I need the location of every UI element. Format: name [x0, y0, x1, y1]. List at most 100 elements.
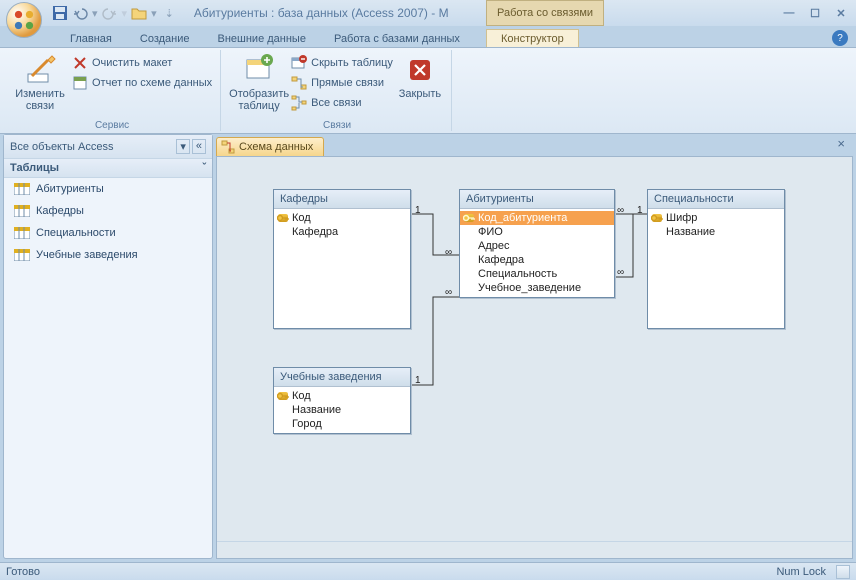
- table-uz[interactable]: Учебные заведения Код Название Город: [273, 367, 411, 434]
- table-kafedry-header[interactable]: Кафедры: [274, 190, 410, 209]
- undo-icon[interactable]: [72, 5, 88, 21]
- nav-item-uz[interactable]: Учебные заведения: [4, 244, 212, 266]
- nav-filter-dd[interactable]: ▾: [176, 139, 190, 154]
- close-window-button[interactable]: ✕: [832, 7, 850, 20]
- table-uz-header[interactable]: Учебные заведения: [274, 368, 410, 387]
- key-icon: [463, 213, 475, 223]
- status-numlock: Num Lock: [776, 566, 826, 578]
- workspace: Все объекты Access ▾« Таблицы ˇ Абитурие…: [0, 134, 856, 562]
- field-spec-shifr[interactable]: Шифр: [648, 211, 784, 225]
- rel-card-inf: ∞: [445, 247, 452, 258]
- tab-designer[interactable]: Конструктор: [486, 29, 579, 47]
- rel-card-infd: ∞: [617, 267, 624, 278]
- group-service-label: Сервис: [4, 120, 220, 131]
- qat-sep: ▾: [92, 7, 98, 20]
- table-icon: [14, 249, 30, 261]
- ribbon: Изменить связи Очистить макет Отчет по с…: [0, 48, 856, 134]
- rel-card-infc: ∞: [617, 205, 624, 216]
- doc-close-button[interactable]: ×: [837, 136, 845, 151]
- hide-table-icon: [291, 55, 307, 71]
- close-button[interactable]: Закрыть: [395, 52, 445, 102]
- show-table-icon: [243, 54, 275, 86]
- save-icon[interactable]: [52, 5, 68, 21]
- context-tab-title: Работа со связями: [486, 0, 604, 26]
- show-table-label: Отобразить таблицу: [229, 88, 289, 112]
- scrollbar-thumb[interactable]: [231, 545, 245, 557]
- rel-card-infb: ∞: [445, 287, 452, 298]
- clear-layout-button[interactable]: Очистить макет: [70, 54, 214, 72]
- tab-dbtools[interactable]: Работа с базами данных: [320, 30, 474, 47]
- group-relations: Отобразить таблицу Скрыть таблицу Прямые…: [223, 50, 452, 131]
- nav-item-abiturients[interactable]: Абитуриенты: [4, 178, 212, 200]
- table-kafedry[interactable]: Кафедры Код Кафедра: [273, 189, 411, 329]
- all-rel-button[interactable]: Все связи: [289, 94, 395, 112]
- close-label: Закрыть: [399, 88, 441, 100]
- direct-rel-button[interactable]: Прямые связи: [289, 74, 395, 92]
- relationship-canvas[interactable]: 1 ∞ 1 ∞ ∞ 1 ∞ Кафедры Код Кафедра Абитур…: [216, 156, 853, 559]
- table-icon: [14, 205, 30, 217]
- field-abitur-spec[interactable]: Специальность: [460, 267, 614, 281]
- group-relations-label: Связи: [223, 120, 451, 131]
- rel-card-1c: 1: [637, 205, 643, 216]
- clear-layout-icon: [72, 55, 88, 71]
- qat-cust[interactable]: ⇣: [165, 7, 174, 20]
- field-kafedry-kod[interactable]: Код: [274, 211, 410, 225]
- canvas-area: Схема данных × 1 ∞ 1 ∞ ∞ 1 ∞ Кафедры: [216, 134, 853, 559]
- minimize-button[interactable]: ―: [780, 7, 798, 20]
- tab-external[interactable]: Внешние данные: [204, 30, 320, 47]
- table-abitur[interactable]: Абитуриенты Код_абитуриента ФИО Адрес Ка…: [459, 189, 615, 298]
- doc-tab-schema[interactable]: Схема данных: [216, 137, 324, 156]
- field-uz-nazvanie[interactable]: Название: [274, 403, 410, 417]
- nav-section-tables[interactable]: Таблицы ˇ: [4, 159, 212, 178]
- scroll-left-arrow[interactable]: ◄: [219, 547, 228, 557]
- ribbon-tabs: Главная Создание Внешние данные Работа с…: [0, 26, 856, 48]
- status-ready: Готово: [6, 566, 40, 578]
- nav-item-kafedry[interactable]: Кафедры: [4, 200, 212, 222]
- rel-card-1b: 1: [415, 375, 421, 386]
- field-uz-gorod[interactable]: Город: [274, 417, 410, 431]
- table-abitur-header[interactable]: Абитуриенты: [460, 190, 614, 209]
- navigation-pane: Все объекты Access ▾« Таблицы ˇ Абитурие…: [3, 134, 213, 559]
- maximize-button[interactable]: ☐: [806, 7, 824, 20]
- edit-relations-button[interactable]: Изменить связи: [10, 52, 70, 114]
- direct-rel-icon: [291, 75, 307, 91]
- help-icon[interactable]: ?: [832, 30, 848, 46]
- quick-access-toolbar: ▾ ▾ ▾ ⇣: [52, 5, 174, 21]
- tab-create[interactable]: Создание: [126, 30, 204, 47]
- nav-item-spec[interactable]: Специальности: [4, 222, 212, 244]
- title-bar: ▾ ▾ ▾ ⇣ Абитуриенты : база данных (Acces…: [0, 0, 856, 26]
- field-abitur-kod[interactable]: Код_абитуриента: [460, 211, 614, 225]
- nav-header[interactable]: Все объекты Access ▾«: [4, 135, 212, 159]
- rel-card-1: 1: [415, 205, 421, 216]
- key-icon: [651, 213, 663, 223]
- field-abitur-kafedra[interactable]: Кафедра: [460, 253, 614, 267]
- edit-rel-label: Изменить связи: [12, 88, 68, 112]
- field-spec-nazvanie[interactable]: Название: [648, 225, 784, 239]
- table-spec[interactable]: Специальности Шифр Название: [647, 189, 785, 329]
- edit-rel-icon: [24, 54, 56, 86]
- qat-dd[interactable]: ▾: [151, 7, 157, 20]
- field-kafedry-kafedra[interactable]: Кафедра: [274, 225, 410, 239]
- schema-report-icon: [72, 75, 88, 91]
- field-abitur-adres[interactable]: Адрес: [460, 239, 614, 253]
- view-icon[interactable]: [836, 565, 850, 579]
- nav-collapse[interactable]: «: [192, 139, 206, 154]
- qat-sep2: ▾: [122, 7, 128, 20]
- redo-icon[interactable]: [102, 5, 118, 21]
- schema-icon: [221, 140, 235, 154]
- open-folder-icon[interactable]: [131, 5, 147, 21]
- show-table-button[interactable]: Отобразить таблицу: [229, 52, 289, 114]
- hide-table-button[interactable]: Скрыть таблицу: [289, 54, 395, 72]
- schema-report-button[interactable]: Отчет по схеме данных: [70, 74, 214, 92]
- key-icon: [277, 391, 289, 401]
- table-spec-header[interactable]: Специальности: [648, 190, 784, 209]
- close-icon: [404, 54, 436, 86]
- field-abitur-fio[interactable]: ФИО: [460, 225, 614, 239]
- tab-home[interactable]: Главная: [56, 30, 126, 47]
- all-rel-icon: [291, 95, 307, 111]
- table-icon: [14, 227, 30, 239]
- office-button[interactable]: [6, 2, 42, 38]
- field-uz-kod[interactable]: Код: [274, 389, 410, 403]
- field-abitur-uz[interactable]: Учебное_заведение: [460, 281, 614, 295]
- chevron-up-icon: ˇ: [202, 162, 206, 174]
